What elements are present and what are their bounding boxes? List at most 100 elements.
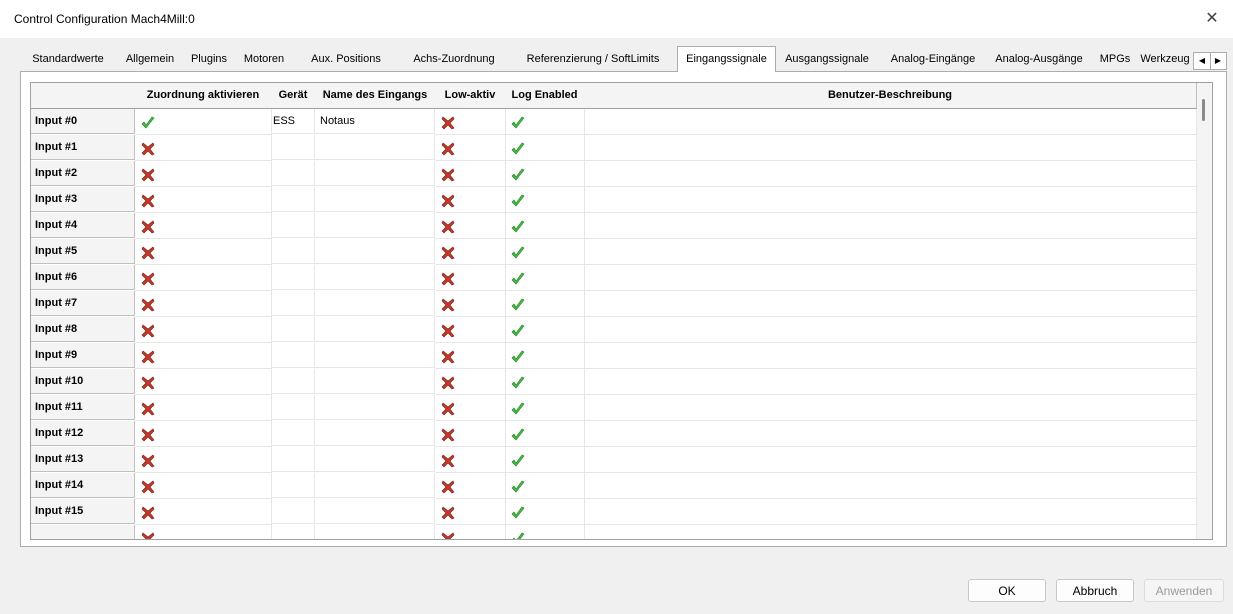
cross-icon[interactable]: [141, 297, 155, 312]
close-icon[interactable]: ✕: [1199, 6, 1225, 32]
tab-analog-ausgänge[interactable]: Analog-Ausgänge: [985, 48, 1093, 70]
row-header[interactable]: Input #13: [31, 447, 135, 472]
user-description-cell[interactable]: [584, 187, 1197, 213]
tab-motoren[interactable]: Motoren: [236, 48, 292, 70]
column-header[interactable]: Name des Eingangs: [315, 83, 436, 109]
check-icon[interactable]: [511, 349, 525, 363]
log-enabled-cell[interactable]: [505, 213, 585, 239]
enable-mapping-cell[interactable]: [135, 395, 272, 421]
cross-icon[interactable]: [141, 479, 155, 494]
cross-icon[interactable]: [441, 375, 455, 390]
low-active-cell[interactable]: [435, 395, 506, 421]
low-active-cell[interactable]: [435, 109, 506, 135]
device-cell[interactable]: [271, 187, 315, 212]
user-description-cell[interactable]: [584, 421, 1197, 447]
ok-button[interactable]: OK: [968, 579, 1046, 602]
enable-mapping-cell[interactable]: [135, 499, 272, 525]
low-active-cell[interactable]: [435, 421, 506, 447]
device-cell[interactable]: [271, 213, 315, 238]
enable-mapping-cell[interactable]: [135, 369, 272, 395]
check-icon[interactable]: [511, 531, 525, 539]
table-row[interactable]: Input #1: [31, 135, 1197, 161]
tab-scroll-right-icon[interactable]: ▶: [1210, 53, 1226, 69]
device-cell[interactable]: [271, 525, 315, 539]
low-active-cell[interactable]: [435, 135, 506, 161]
cross-icon[interactable]: [141, 271, 155, 286]
user-description-cell[interactable]: [584, 265, 1197, 291]
table-row[interactable]: Input #0 ESS Notaus: [31, 109, 1197, 135]
table-row[interactable]: Input #15: [31, 499, 1197, 525]
row-header[interactable]: Input #0: [31, 109, 135, 134]
device-cell[interactable]: [271, 499, 315, 524]
column-header[interactable]: Gerät: [271, 83, 316, 109]
row-header[interactable]: Input #5: [31, 239, 135, 264]
log-enabled-cell[interactable]: [505, 421, 585, 447]
cross-icon[interactable]: [441, 219, 455, 234]
user-description-cell[interactable]: [584, 135, 1197, 161]
grid-corner-cell[interactable]: [31, 83, 136, 109]
enable-mapping-cell[interactable]: [135, 525, 272, 539]
cross-icon[interactable]: [141, 167, 155, 182]
input-name-cell[interactable]: [315, 265, 435, 290]
check-icon[interactable]: [511, 427, 525, 441]
cross-icon[interactable]: [141, 245, 155, 260]
low-active-cell[interactable]: [435, 369, 506, 395]
input-name-cell[interactable]: [315, 213, 435, 238]
device-cell[interactable]: [271, 239, 315, 264]
check-icon[interactable]: [511, 219, 525, 233]
table-row[interactable]: Input #10: [31, 369, 1197, 395]
cross-icon[interactable]: [141, 219, 155, 234]
user-description-cell[interactable]: [584, 343, 1197, 369]
user-description-cell[interactable]: [584, 499, 1197, 525]
log-enabled-cell[interactable]: [505, 525, 585, 539]
tab-eingangssignale[interactable]: Eingangssignale: [677, 46, 776, 72]
column-header[interactable]: Log Enabled: [505, 83, 585, 109]
low-active-cell[interactable]: [435, 525, 506, 539]
table-row[interactable]: Input #5: [31, 239, 1197, 265]
enable-mapping-cell[interactable]: [135, 473, 272, 499]
input-name-cell[interactable]: [315, 343, 435, 368]
device-cell[interactable]: [271, 161, 315, 186]
low-active-cell[interactable]: [435, 161, 506, 187]
table-row[interactable]: Input #7: [31, 291, 1197, 317]
input-name-cell[interactable]: [315, 395, 435, 420]
table-row[interactable]: Input #11: [31, 395, 1197, 421]
table-row[interactable]: Input #6: [31, 265, 1197, 291]
row-header[interactable]: Input #10: [31, 369, 135, 394]
log-enabled-cell[interactable]: [505, 187, 585, 213]
input-name-cell[interactable]: [315, 135, 435, 160]
column-header[interactable]: Zuordnung aktivieren: [135, 83, 272, 109]
scrollbar-thumb[interactable]: [1202, 99, 1205, 121]
low-active-cell[interactable]: [435, 187, 506, 213]
cancel-button[interactable]: Abbruch: [1056, 579, 1134, 602]
check-icon[interactable]: [511, 115, 525, 129]
tab-plugins[interactable]: Plugins: [184, 48, 234, 70]
device-cell[interactable]: [271, 135, 315, 160]
enable-mapping-cell[interactable]: [135, 421, 272, 447]
log-enabled-cell[interactable]: [505, 161, 585, 187]
cross-icon[interactable]: [441, 167, 455, 182]
log-enabled-cell[interactable]: [505, 499, 585, 525]
check-icon[interactable]: [511, 297, 525, 311]
user-description-cell[interactable]: [584, 447, 1197, 473]
cross-icon[interactable]: [141, 505, 155, 520]
row-header[interactable]: Input #4: [31, 213, 135, 238]
log-enabled-cell[interactable]: [505, 343, 585, 369]
row-header[interactable]: Input #3: [31, 187, 135, 212]
cross-icon[interactable]: [441, 115, 455, 130]
check-icon[interactable]: [511, 453, 525, 467]
user-description-cell[interactable]: [584, 239, 1197, 265]
enable-mapping-cell[interactable]: [135, 213, 272, 239]
user-description-cell[interactable]: [584, 473, 1197, 499]
cross-icon[interactable]: [441, 271, 455, 286]
cross-icon[interactable]: [441, 401, 455, 416]
cross-icon[interactable]: [141, 427, 155, 442]
low-active-cell[interactable]: [435, 473, 506, 499]
device-cell[interactable]: [271, 291, 315, 316]
column-header[interactable]: Benutzer-Beschreibung: [584, 83, 1197, 109]
check-icon[interactable]: [511, 323, 525, 337]
input-name-cell[interactable]: Notaus: [315, 109, 435, 134]
cross-icon[interactable]: [441, 427, 455, 442]
tab-analog-eingänge[interactable]: Analog-Eingänge: [881, 48, 985, 70]
log-enabled-cell[interactable]: [505, 473, 585, 499]
